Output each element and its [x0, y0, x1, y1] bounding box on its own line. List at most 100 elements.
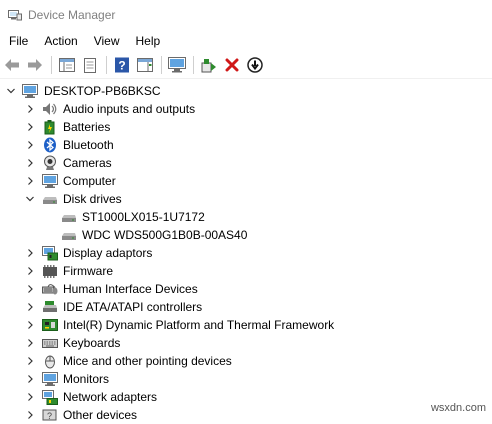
tree-item-monitors[interactable]: Monitors [0, 370, 492, 388]
toolbar-separator [161, 56, 162, 74]
computer-icon [22, 83, 38, 99]
tree-item-label: Firmware [63, 264, 113, 278]
action-pane-icon [137, 58, 153, 72]
chevron-right-icon[interactable] [25, 104, 35, 114]
speaker-icon [42, 101, 58, 117]
network-adapter-icon [42, 389, 58, 405]
hid-icon [42, 281, 58, 297]
tree-item-label: Human Interface Devices [63, 282, 198, 296]
tree-item-label: Other devices [63, 408, 138, 422]
action-pane-button[interactable] [135, 55, 155, 75]
menu-bar: File Action View Help [0, 30, 492, 52]
camera-icon [42, 155, 58, 171]
tree-item-label: Keyboards [63, 336, 121, 350]
chevron-right-icon[interactable] [25, 374, 35, 384]
tree-item-label: Display adaptors [63, 246, 153, 260]
firmware-icon [42, 263, 58, 279]
mouse-icon [42, 353, 58, 369]
chip-icon [42, 317, 58, 333]
ide-controller-icon [42, 299, 58, 315]
chevron-right-icon[interactable] [25, 140, 35, 150]
tree-root[interactable]: DESKTOP-PB6BKSC [0, 82, 492, 100]
chevron-down-icon[interactable] [6, 86, 16, 96]
toolbar-separator [106, 56, 107, 74]
disk-drive-icon [42, 191, 58, 207]
tree-item-label: Intel(R) Dynamic Platform and Thermal Fr… [63, 318, 335, 332]
chevron-right-icon[interactable] [25, 392, 35, 402]
disk-drive-icon [61, 209, 77, 225]
tree-item-mice[interactable]: Mice and other pointing devices [0, 352, 492, 370]
tree-item-bluetooth[interactable]: Bluetooth [0, 136, 492, 154]
chevron-right-icon[interactable] [25, 302, 35, 312]
tree-item-batteries[interactable]: Batteries [0, 118, 492, 136]
tree-item-label: Monitors [63, 372, 110, 386]
menu-file[interactable]: File [3, 32, 34, 50]
chevron-right-icon[interactable] [25, 320, 35, 330]
tree-child-disk-wdc-wds500g1b0b[interactable]: WDC WDS500G1B0B-00AS40 [0, 226, 492, 244]
help-icon: ? [115, 57, 129, 73]
chevron-right-icon[interactable] [25, 284, 35, 294]
chevron-right-icon[interactable] [25, 356, 35, 366]
tree-item-label: Network adapters [63, 390, 158, 404]
title-bar: Device Manager [0, 0, 492, 30]
show-hide-tree-icon [59, 58, 75, 72]
tree-item-label: IDE ATA/ATAPI controllers [63, 300, 203, 314]
tree-item-keyboards[interactable]: Keyboards [0, 334, 492, 352]
menu-action[interactable]: Action [38, 32, 83, 50]
tree-item-label: Batteries [63, 120, 111, 134]
svg-text:?: ? [118, 59, 125, 73]
chevron-right-icon[interactable] [25, 248, 35, 258]
forward-button[interactable] [25, 55, 45, 75]
chevron-right-icon[interactable] [25, 158, 35, 168]
update-driver-icon [201, 59, 216, 73]
tree-root-label: DESKTOP-PB6BKSC [44, 84, 161, 98]
svg-text:?: ? [47, 411, 52, 421]
chevron-right-icon[interactable] [25, 176, 35, 186]
help-button[interactable]: ? [112, 55, 132, 75]
tree-item-label: Cameras [63, 156, 112, 170]
disk-drive-icon [61, 227, 77, 243]
tree-item-firmware[interactable]: Firmware [0, 262, 492, 280]
tree-item-ide-ata-atapi-controllers[interactable]: IDE ATA/ATAPI controllers [0, 298, 492, 316]
tree-item-cameras[interactable]: Cameras [0, 154, 492, 172]
monitor-icon [42, 371, 58, 387]
properties-icon [84, 57, 96, 73]
chevron-down-icon[interactable] [25, 194, 35, 204]
toolbar-separator [51, 56, 52, 74]
monitor-icon [42, 173, 58, 189]
toolbar: ? [0, 52, 492, 79]
tree-child-label: ST1000LX015-1U7172 [82, 210, 205, 224]
update-driver-button[interactable] [199, 55, 219, 75]
chevron-right-icon[interactable] [25, 122, 35, 132]
back-button[interactable] [2, 55, 22, 75]
tree-item-display-adaptors[interactable]: Display adaptors [0, 244, 492, 262]
tree-item-human-interface-devices[interactable]: Human Interface Devices [0, 280, 492, 298]
back-icon [5, 59, 19, 71]
tree-child-disk-st1000lx015[interactable]: ST1000LX015-1U7172 [0, 208, 492, 226]
scan-hardware-icon [168, 57, 186, 73]
tree-item-computer[interactable]: Computer [0, 172, 492, 190]
device-manager-app-icon [8, 9, 22, 21]
disable-icon [247, 57, 263, 73]
show-hide-tree-button[interactable] [57, 55, 77, 75]
tree-item-intel-dptf[interactable]: Intel(R) Dynamic Platform and Thermal Fr… [0, 316, 492, 334]
chevron-right-icon[interactable] [25, 410, 35, 420]
battery-icon [42, 119, 58, 135]
scan-hardware-button[interactable] [167, 55, 187, 75]
bluetooth-icon [42, 137, 58, 153]
tree-item-label: Audio inputs and outputs [63, 102, 196, 116]
tree-item-disk-drives[interactable]: Disk drives [0, 190, 492, 208]
menu-view[interactable]: View [88, 32, 126, 50]
disable-device-button[interactable] [245, 55, 265, 75]
tree-item-audio-inputs-and-outputs[interactable]: Audio inputs and outputs [0, 100, 492, 118]
tree-item-network-adapters[interactable]: Network adapters [0, 388, 492, 406]
menu-help[interactable]: Help [130, 32, 167, 50]
uninstall-device-button[interactable] [222, 55, 242, 75]
uninstall-icon [225, 58, 239, 72]
chevron-right-icon[interactable] [25, 266, 35, 276]
chevron-right-icon[interactable] [25, 338, 35, 348]
display-adapter-icon [42, 245, 58, 261]
watermark: wsxdn.com [430, 402, 486, 414]
properties-button[interactable] [80, 55, 100, 75]
tree-item-other-devices[interactable]: ? Other devices [0, 406, 492, 424]
